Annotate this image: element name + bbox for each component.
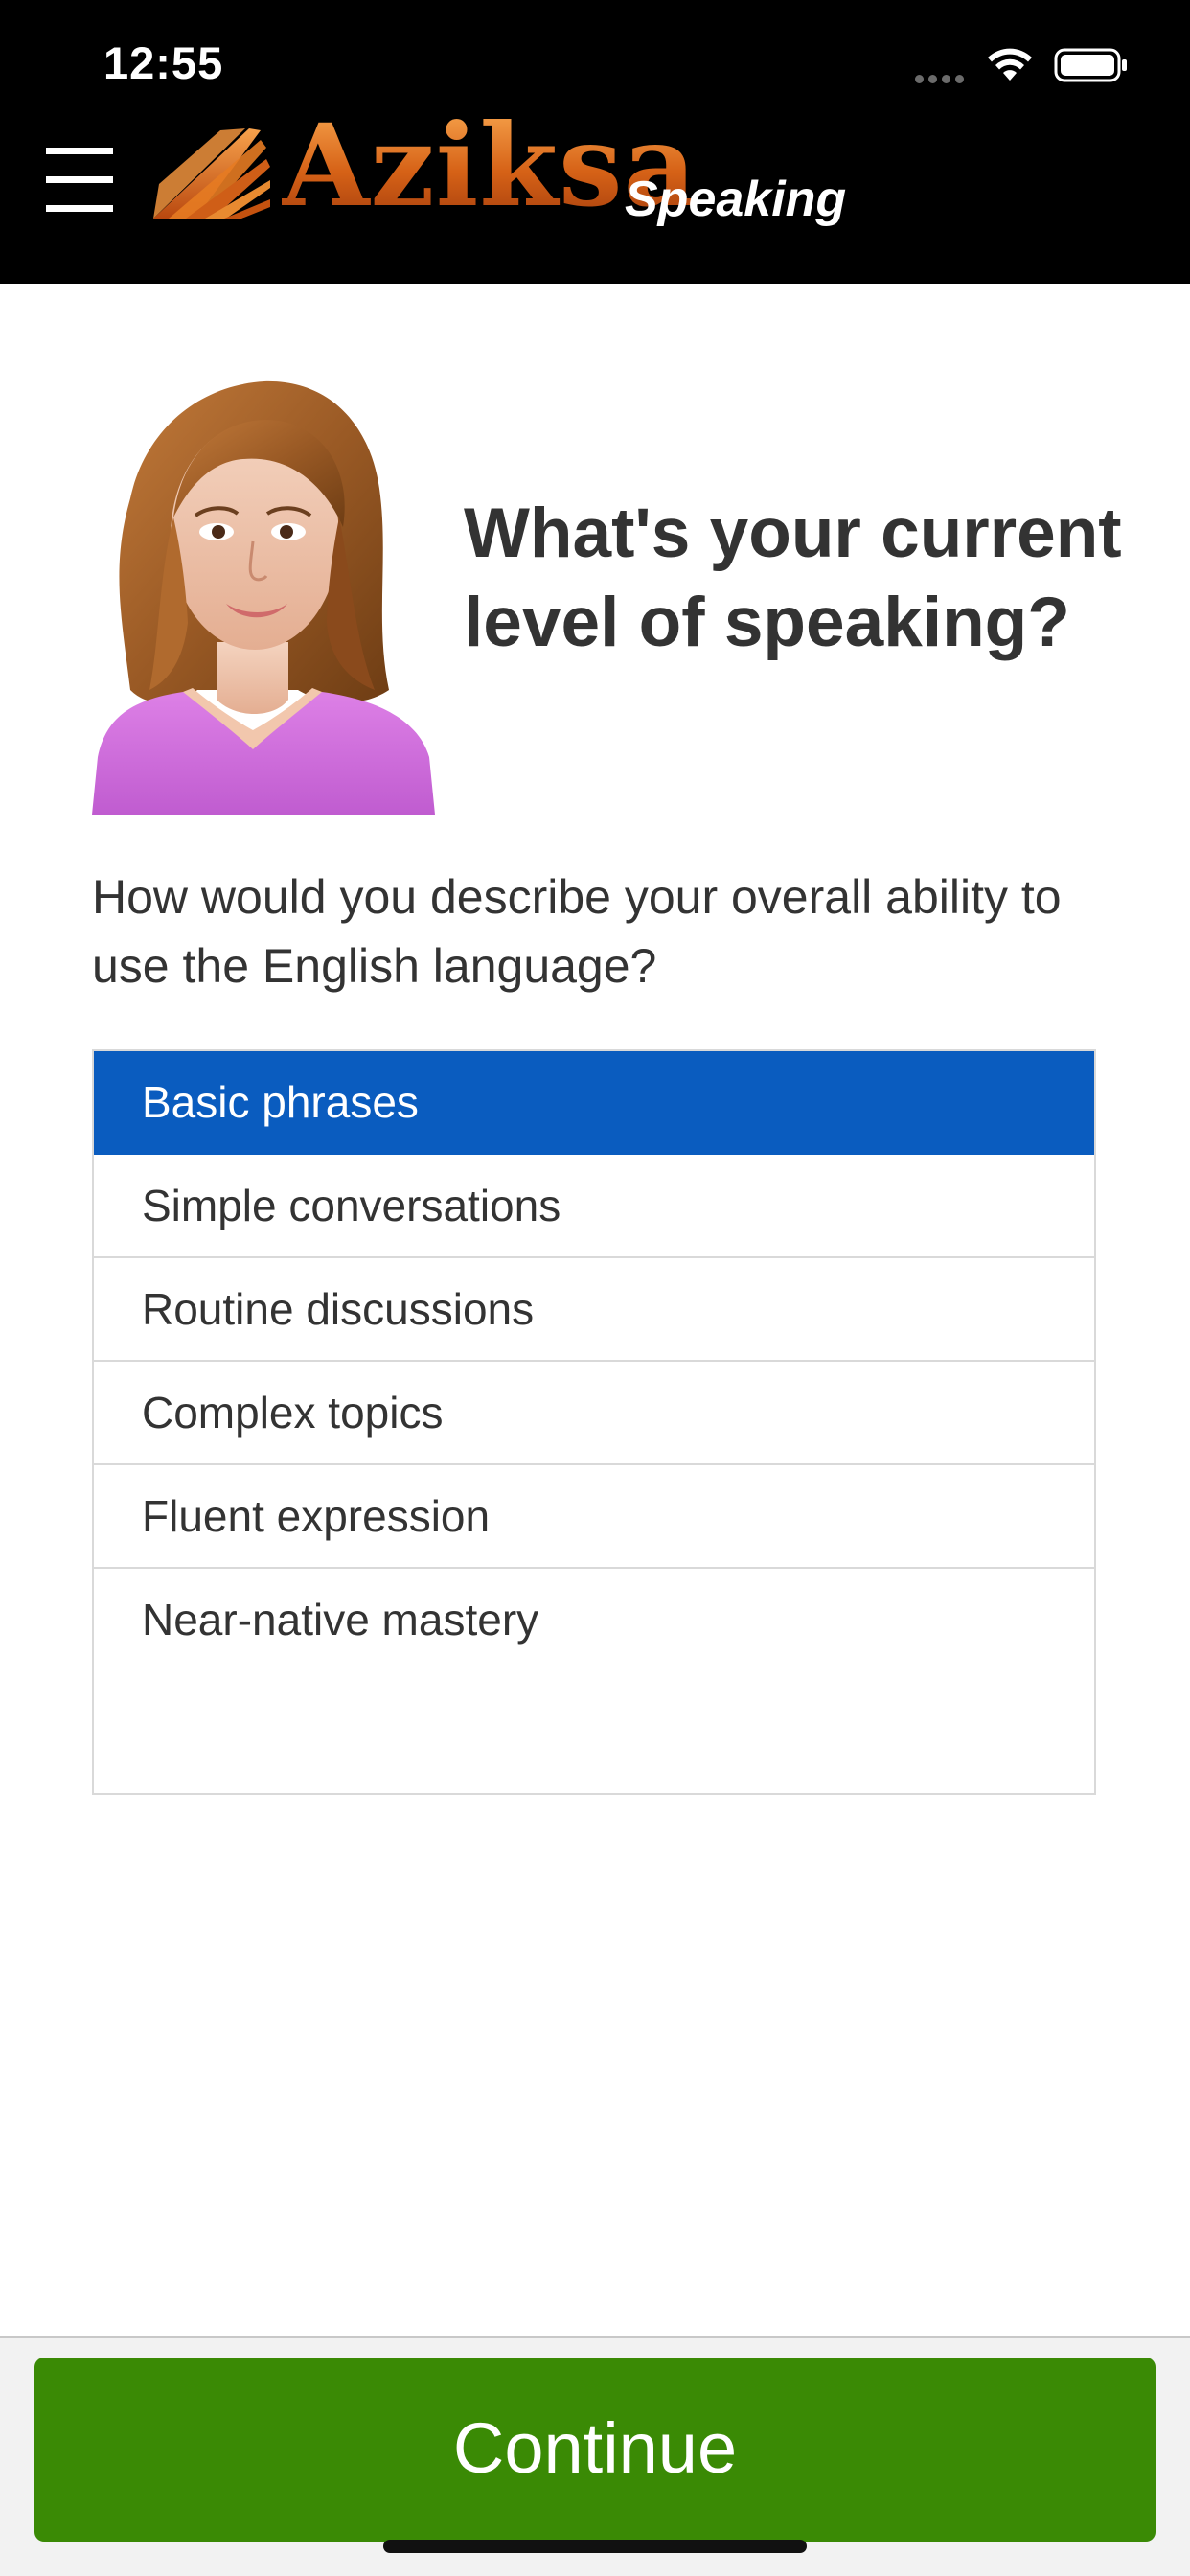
menu-bar-icon [46, 148, 113, 154]
question-title: What's your current level of speaking? [464, 494, 1122, 661]
option-complex-topics[interactable]: Complex topics [94, 1362, 1094, 1465]
battery-icon [1054, 48, 1127, 82]
continue-button[interactable]: Continue [34, 2358, 1156, 2542]
option-fluent-expression[interactable]: Fluent expression [94, 1465, 1094, 1569]
tutor-avatar [92, 380, 435, 815]
hamburger-menu-button[interactable] [44, 144, 117, 217]
menu-bar-icon [46, 205, 113, 212]
option-basic-phrases[interactable]: Basic phrases [94, 1051, 1094, 1155]
status-time: 12:55 [103, 37, 224, 88]
option-simple-conversations[interactable]: Simple conversations [94, 1155, 1094, 1258]
question-text: How would you describe your overall abil… [92, 870, 1062, 993]
product-name: Speaking [625, 172, 847, 227]
cellular-signal-icon [915, 71, 971, 83]
home-indicator[interactable] [383, 2540, 807, 2553]
option-near-native-mastery[interactable]: Near-native mastery [94, 1569, 1094, 1672]
option-routine-discussions[interactable]: Routine discussions [94, 1258, 1094, 1362]
wifi-icon [988, 48, 1032, 80]
app-header: 12:55 Aziksa Speaking [0, 0, 1190, 284]
app-logo: Aziksa Speaking [153, 109, 881, 238]
logo-rays-icon [153, 128, 270, 218]
menu-bar-icon [46, 176, 113, 183]
level-options-list: Basic phrases Simple conversations Routi… [92, 1049, 1096, 1795]
